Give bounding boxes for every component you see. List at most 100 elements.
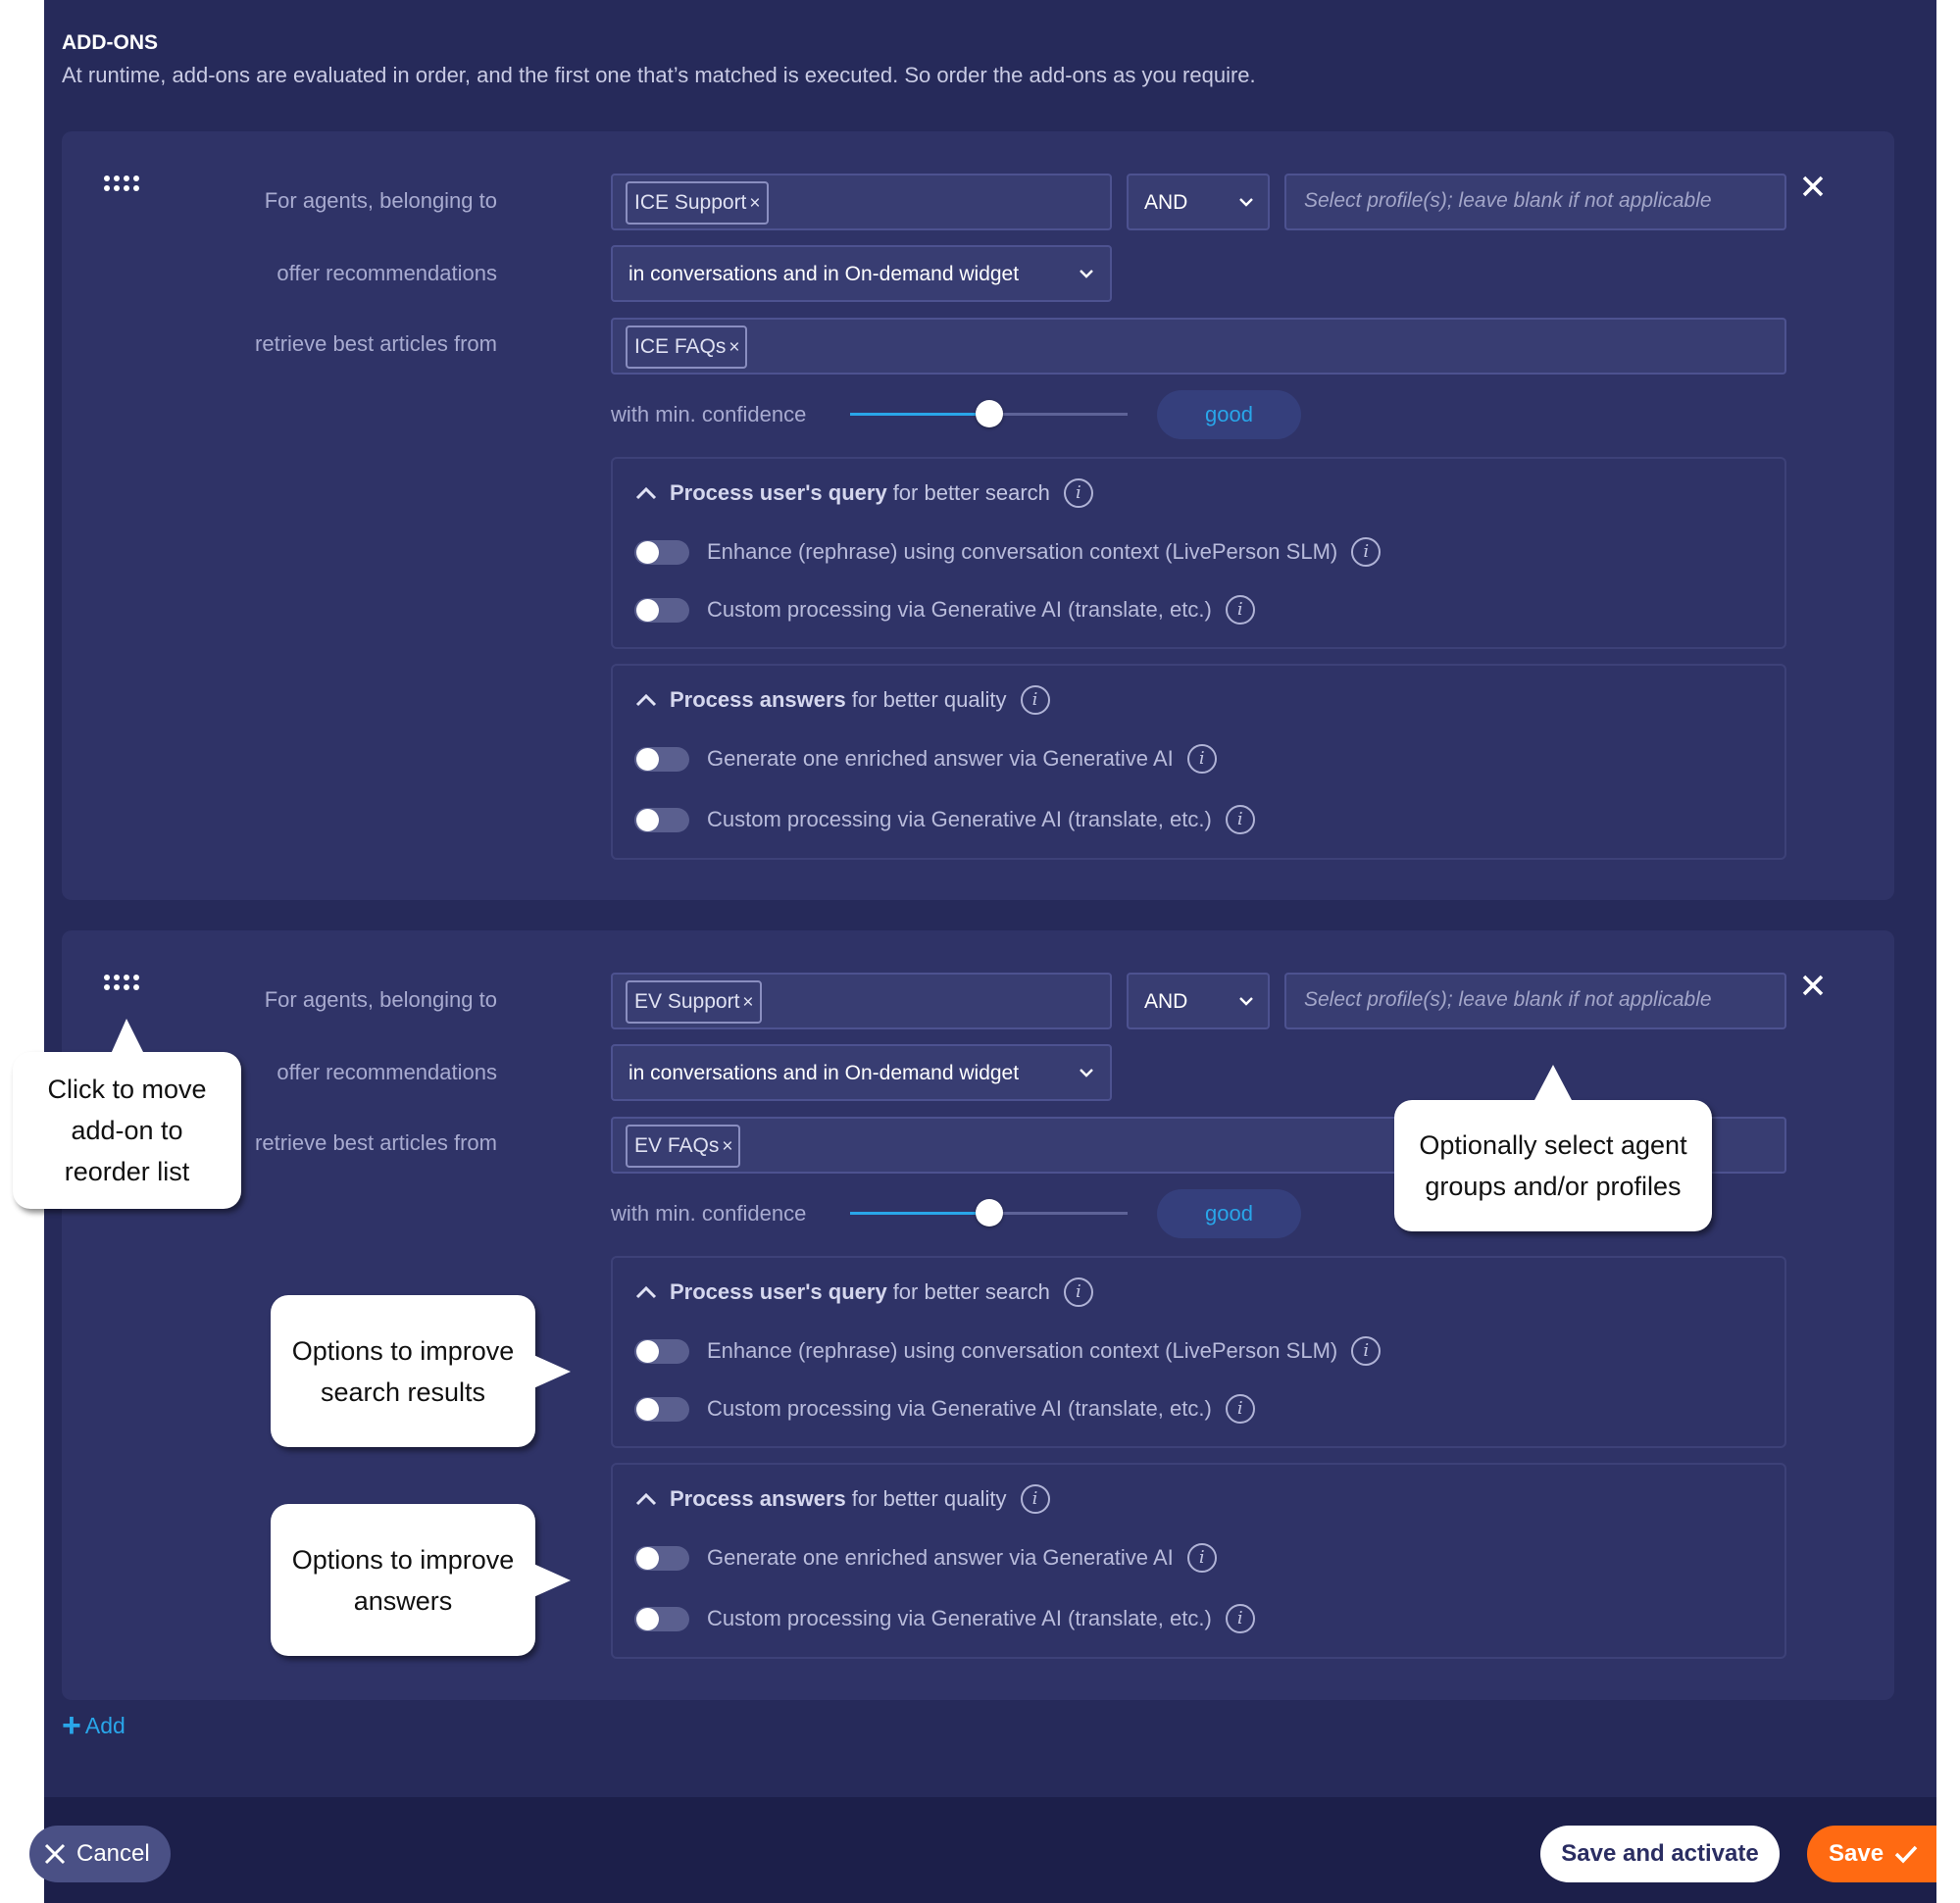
chevron-up-icon[interactable] bbox=[634, 1491, 658, 1507]
info-icon[interactable]: i bbox=[1225, 595, 1255, 625]
answers-panel-header[interactable]: Process answers for better quality i bbox=[634, 1484, 1050, 1514]
remove-chip-icon[interactable]: × bbox=[749, 193, 760, 214]
callout-reorder-line: add-on to bbox=[71, 1116, 183, 1145]
info-icon[interactable]: i bbox=[1186, 744, 1217, 774]
query-option-toggle[interactable] bbox=[634, 597, 689, 623]
answers-panel-subtitle: for better quality bbox=[851, 1486, 1007, 1511]
confidence-slider[interactable] bbox=[850, 400, 1128, 427]
confidence-slider-knob[interactable] bbox=[975, 400, 1003, 427]
query-processing-panel: Process user's query for better search i… bbox=[611, 457, 1786, 649]
operator-value: AND bbox=[1144, 191, 1188, 214]
close-icon[interactable] bbox=[1797, 171, 1829, 202]
chevron-up-icon[interactable] bbox=[634, 692, 658, 708]
close-icon[interactable] bbox=[1797, 970, 1829, 1001]
info-icon[interactable]: i bbox=[1225, 805, 1255, 834]
section-title: ADD-ONS bbox=[62, 31, 158, 54]
profiles-placeholder: Select profile(s); leave blank if not ap… bbox=[1304, 988, 1712, 1011]
remove-chip-icon[interactable]: × bbox=[722, 1136, 732, 1157]
kb-chip: ICE FAQs × bbox=[626, 326, 748, 369]
callout-search: Options to improve search results bbox=[271, 1295, 571, 1447]
query-panel-header[interactable]: Process user's query for better search i bbox=[634, 478, 1093, 508]
chevron-up-icon[interactable] bbox=[634, 1284, 658, 1300]
info-icon[interactable]: i bbox=[1020, 685, 1050, 715]
profiles-field[interactable]: Select profile(s); leave blank if not ap… bbox=[1284, 973, 1786, 1029]
save-label: Save bbox=[1829, 1840, 1885, 1867]
query-panel-subtitle: for better search bbox=[892, 480, 1050, 505]
callout-reorder-line: Click to move bbox=[47, 1075, 207, 1104]
info-icon[interactable]: i bbox=[1351, 537, 1382, 567]
info-icon[interactable]: i bbox=[1351, 1336, 1382, 1366]
info-icon[interactable]: i bbox=[1225, 1604, 1255, 1633]
callout-profiles: Optionally select agent groups and/or pr… bbox=[1394, 1065, 1712, 1231]
query-option-toggle[interactable] bbox=[634, 1396, 689, 1422]
answers-option: Generate one enriched answer via Generat… bbox=[634, 1543, 1217, 1573]
answers-option: Custom processing via Generative AI (tra… bbox=[634, 805, 1255, 834]
cancel-button[interactable]: Cancel bbox=[29, 1826, 171, 1882]
query-option-label: Custom processing via Generative AI (tra… bbox=[707, 1396, 1212, 1421]
callout-search-line: search results bbox=[320, 1377, 486, 1407]
callout-answers-line: answers bbox=[353, 1585, 453, 1616]
query-option-toggle[interactable] bbox=[634, 1338, 689, 1364]
query-option: Custom processing via Generative AI (tra… bbox=[634, 595, 1255, 625]
kb-chip: EV FAQs × bbox=[626, 1125, 741, 1168]
agent-groups-field[interactable]: EV Support × bbox=[611, 973, 1112, 1029]
callout-profiles-line: groups and/or profiles bbox=[1425, 1172, 1682, 1201]
query-option: Enhance (rephrase) using conversation co… bbox=[634, 537, 1382, 567]
answers-option-toggle[interactable] bbox=[634, 807, 689, 832]
add-addon-link[interactable]: + Add bbox=[62, 1709, 126, 1742]
offer-select[interactable]: in conversations and in On-demand widget bbox=[611, 245, 1112, 302]
save-button[interactable]: Save bbox=[1807, 1826, 1936, 1882]
confidence-slider-fill bbox=[850, 1212, 989, 1215]
answers-panel-header[interactable]: Process answers for better quality i bbox=[634, 685, 1050, 715]
query-panel-title: Process user's query bbox=[670, 1279, 887, 1304]
confidence-label: with min. confidence bbox=[611, 402, 807, 426]
profiles-placeholder: Select profile(s); leave blank if not ap… bbox=[1304, 189, 1712, 212]
kb-chip-label: EV FAQs bbox=[634, 1134, 720, 1157]
offer-value: in conversations and in On-demand widget bbox=[628, 263, 1020, 285]
confidence-label: with min. confidence bbox=[611, 1201, 807, 1226]
query-option-toggle[interactable] bbox=[634, 539, 689, 565]
info-icon[interactable]: i bbox=[1186, 1543, 1217, 1573]
agent-groups-field[interactable]: ICE Support × bbox=[611, 174, 1112, 230]
save-and-activate-button[interactable]: Save and activate bbox=[1540, 1826, 1780, 1882]
chevron-up-icon[interactable] bbox=[634, 485, 658, 501]
confidence-slider[interactable] bbox=[850, 1199, 1128, 1227]
knowledge-base-field[interactable]: ICE FAQs × bbox=[611, 318, 1786, 375]
remove-chip-icon[interactable]: × bbox=[729, 337, 739, 358]
answers-panel-title: Process answers bbox=[670, 1486, 846, 1511]
group-chip-label: EV Support bbox=[634, 990, 740, 1013]
query-processing-panel: Process user's query for better search i… bbox=[611, 1256, 1786, 1448]
callout-reorder-line: reorder list bbox=[64, 1157, 190, 1186]
query-panel-header[interactable]: Process user's query for better search i bbox=[634, 1277, 1093, 1307]
profiles-field[interactable]: Select profile(s); leave blank if not ap… bbox=[1284, 174, 1786, 230]
operator-select[interactable]: AND bbox=[1127, 973, 1270, 1029]
agents-label: For agents, belonging to bbox=[264, 188, 497, 213]
info-icon[interactable]: i bbox=[1063, 478, 1093, 508]
callout-profiles-line: Optionally select agent bbox=[1419, 1130, 1687, 1160]
add-label: Add bbox=[84, 1712, 126, 1738]
callout-reorder: Click to move add-on to reorder list bbox=[13, 1019, 241, 1209]
chevron-down-icon bbox=[1239, 997, 1253, 1006]
answers-option-toggle[interactable] bbox=[634, 1606, 689, 1631]
info-icon[interactable]: i bbox=[1225, 1394, 1255, 1424]
query-panel-title: Process user's query bbox=[670, 480, 887, 505]
offer-select[interactable]: in conversations and in On-demand widget bbox=[611, 1044, 1112, 1101]
operator-select[interactable]: AND bbox=[1127, 174, 1270, 230]
query-option-label: Enhance (rephrase) using conversation co… bbox=[707, 1338, 1338, 1363]
confidence-slider-fill bbox=[850, 413, 989, 416]
confidence-slider-knob[interactable] bbox=[975, 1199, 1003, 1227]
answers-option: Custom processing via Generative AI (tra… bbox=[634, 1604, 1255, 1633]
answers-option-toggle[interactable] bbox=[634, 1545, 689, 1571]
group-chip: ICE Support × bbox=[626, 181, 769, 225]
remove-chip-icon[interactable]: × bbox=[742, 992, 753, 1013]
retrieve-label: retrieve best articles from bbox=[255, 331, 497, 356]
confidence-value: good bbox=[1157, 390, 1301, 439]
offer-label: offer recommendations bbox=[276, 261, 497, 285]
cancel-label: Cancel bbox=[76, 1840, 150, 1867]
answers-option-toggle[interactable] bbox=[634, 746, 689, 772]
callout-answers-line: Options to improve bbox=[291, 1544, 515, 1575]
info-icon[interactable]: i bbox=[1063, 1277, 1093, 1307]
answers-processing-panel: Process answers for better quality i Gen… bbox=[611, 664, 1786, 860]
info-icon[interactable]: i bbox=[1020, 1484, 1050, 1514]
section-description: At runtime, add-ons are evaluated in ord… bbox=[62, 63, 1256, 87]
